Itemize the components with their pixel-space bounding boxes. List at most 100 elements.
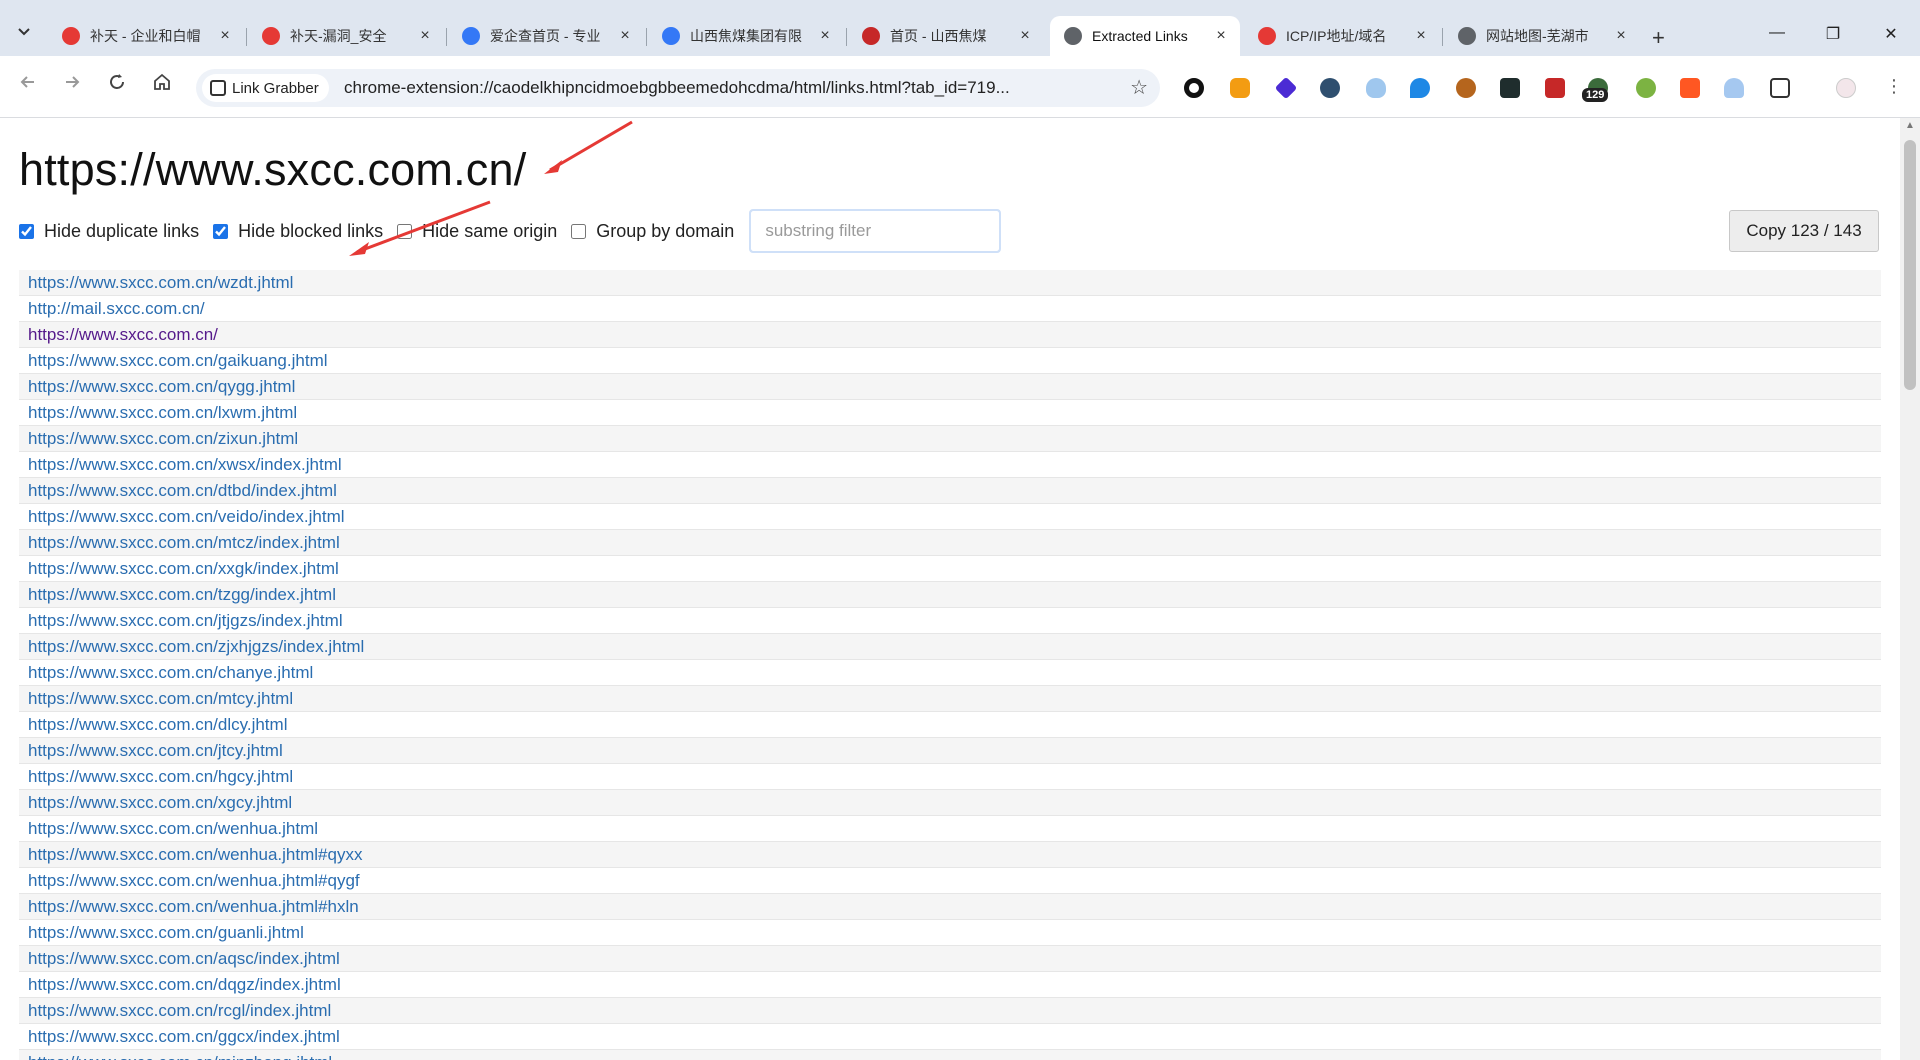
- link-item[interactable]: https://www.sxcc.com.cn/lxwm.jhtml: [28, 403, 297, 422]
- link-item[interactable]: https://www.sxcc.com.cn/minzhong.jhtml: [28, 1053, 332, 1060]
- link-item[interactable]: https://www.sxcc.com.cn/xxgk/index.jhtml: [28, 559, 339, 578]
- link-row: https://www.sxcc.com.cn/minzhong.jhtml: [19, 1050, 1881, 1060]
- tab-title: 网站地图-芜湖市: [1486, 28, 1589, 44]
- forward-button[interactable]: [58, 72, 86, 100]
- link-row: https://www.sxcc.com.cn/zixun.jhtml: [19, 426, 1881, 452]
- link-item[interactable]: https://www.sxcc.com.cn/xgcy.jhtml: [28, 793, 292, 812]
- close-window-button[interactable]: ✕: [1876, 24, 1906, 44]
- link-item[interactable]: https://www.sxcc.com.cn/tzgg/index.jhtml: [28, 585, 336, 604]
- extension-percent-icon[interactable]: [1680, 78, 1700, 98]
- link-item[interactable]: https://www.sxcc.com.cn/mtcz/index.jhtml: [28, 533, 340, 552]
- extension-chip[interactable]: Link Grabber: [202, 74, 329, 102]
- link-item[interactable]: https://www.sxcc.com.cn/: [28, 325, 218, 344]
- minimize-button[interactable]: —: [1762, 24, 1792, 42]
- extension-eye-icon[interactable]: [1366, 78, 1386, 98]
- tab-search-button[interactable]: [10, 18, 38, 46]
- hide-blocked-input[interactable]: [213, 223, 229, 239]
- link-item[interactable]: https://www.sxcc.com.cn/jtcy.jhtml: [28, 741, 283, 760]
- browser-tab[interactable]: 网站地图-芜湖市 ×: [1444, 16, 1640, 56]
- os-menu-bar: [0, 0, 1920, 8]
- link-row: https://www.sxcc.com.cn/jtjgzs/index.jht…: [19, 608, 1881, 634]
- link-item[interactable]: https://www.sxcc.com.cn/wenhua.jhtml#hxl…: [28, 897, 359, 916]
- link-item[interactable]: https://www.sxcc.com.cn/aqsc/index.jhtml: [28, 949, 340, 968]
- extension-location-icon[interactable]: [1410, 78, 1430, 98]
- browser-tab[interactable]: 山西焦煤集团有限 ×: [648, 16, 844, 56]
- extension-ring-icon[interactable]: [1184, 78, 1204, 98]
- browser-tab[interactable]: ICP/IP地址/域名 ×: [1244, 16, 1440, 56]
- scroll-up-icon[interactable]: ▲: [1905, 120, 1915, 131]
- browser-tab[interactable]: 爱企查首页 - 专业 ×: [448, 16, 644, 56]
- link-item[interactable]: https://www.sxcc.com.cn/dqgz/index.jhtml: [28, 975, 341, 994]
- link-item[interactable]: https://www.sxcc.com.cn/xwsx/index.jhtml: [28, 455, 342, 474]
- link-item[interactable]: https://www.sxcc.com.cn/zjxhjgzs/index.j…: [28, 637, 364, 656]
- tab-close-icon[interactable]: ×: [1412, 27, 1430, 45]
- extension-cookie-icon[interactable]: [1456, 78, 1476, 98]
- group-by-domain-input[interactable]: [571, 223, 587, 239]
- copy-button[interactable]: Copy 123 / 143: [1729, 210, 1879, 252]
- bookmark-star-icon[interactable]: ☆: [1130, 75, 1148, 100]
- extension-shield-icon[interactable]: [1230, 78, 1250, 98]
- restore-button[interactable]: ❐: [1818, 24, 1848, 44]
- link-item[interactable]: https://www.sxcc.com.cn/zixun.jhtml: [28, 429, 298, 448]
- home-button[interactable]: [148, 72, 176, 100]
- link-item[interactable]: https://www.sxcc.com.cn/wenhua.jhtml#qyx…: [28, 845, 362, 864]
- substring-filter-input[interactable]: [749, 209, 1002, 253]
- url-text[interactable]: chrome-extension://caodelkhipncidmoebgbb…: [344, 78, 1104, 98]
- link-item[interactable]: https://www.sxcc.com.cn/dtbd/index.jhtml: [28, 481, 337, 500]
- link-item[interactable]: https://www.sxcc.com.cn/ggcx/index.jhtml: [28, 1027, 340, 1046]
- link-item[interactable]: https://www.sxcc.com.cn/rcgl/index.jhtml: [28, 1001, 331, 1020]
- new-tab-button[interactable]: +: [1652, 27, 1665, 49]
- extension-molecule-icon[interactable]: [1636, 78, 1656, 98]
- link-item[interactable]: http://mail.sxcc.com.cn/: [28, 299, 205, 318]
- link-row: https://www.sxcc.com.cn/aqsc/index.jhtml: [19, 946, 1881, 972]
- extension-terminal-icon[interactable]: [1500, 78, 1520, 98]
- link-row: https://www.sxcc.com.cn/hgcy.jhtml: [19, 764, 1881, 790]
- browser-tab[interactable]: 补天-漏洞_安全 ×: [248, 16, 444, 56]
- link-item[interactable]: https://www.sxcc.com.cn/dlcy.jhtml: [28, 715, 287, 734]
- reload-icon: [110, 74, 124, 89]
- back-button[interactable]: [14, 72, 42, 100]
- link-row: https://www.sxcc.com.cn/qygg.jhtml: [19, 374, 1881, 400]
- link-item[interactable]: https://www.sxcc.com.cn/veido/index.jhtm…: [28, 507, 345, 526]
- link-item[interactable]: https://www.sxcc.com.cn/wenhua.jhtml#qyg…: [28, 871, 360, 890]
- profile-avatar[interactable]: [1836, 78, 1856, 98]
- browser-tab[interactable]: 首页 - 山西焦煤 ×: [848, 16, 1044, 56]
- chevron-down-icon: [18, 28, 30, 36]
- browser-tab[interactable]: 补天 - 企业和白帽 ×: [48, 16, 244, 56]
- tab-close-icon[interactable]: ×: [616, 27, 634, 45]
- reload-button[interactable]: [103, 72, 131, 100]
- tab-separator: [646, 28, 647, 46]
- tab-close-icon[interactable]: ×: [1212, 27, 1230, 45]
- extension-hat-icon[interactable]: [1320, 78, 1340, 98]
- hide-duplicate-input[interactable]: [19, 223, 34, 239]
- extensions-puzzle-icon[interactable]: [1770, 78, 1790, 98]
- address-bar[interactable]: Link Grabber chrome-extension://caodelkh…: [196, 69, 1160, 107]
- link-item[interactable]: https://www.sxcc.com.cn/wenhua.jhtml: [28, 819, 318, 838]
- link-item[interactable]: https://www.sxcc.com.cn/hgcy.jhtml: [28, 767, 293, 786]
- page-scrollbar[interactable]: ▲: [1900, 118, 1920, 1060]
- tab-close-icon[interactable]: ×: [816, 27, 834, 45]
- aiqicha-icon: [462, 27, 480, 45]
- browser-tab[interactable]: Extracted Links ×: [1050, 16, 1240, 56]
- group-by-domain-checkbox[interactable]: Group by domain: [571, 221, 734, 242]
- extension-diamond-icon[interactable]: [1274, 76, 1298, 100]
- tab-close-icon[interactable]: ×: [1612, 27, 1630, 45]
- menu-kebab-icon[interactable]: ⋮: [1880, 72, 1908, 100]
- tab-close-icon[interactable]: ×: [416, 27, 434, 45]
- hide-duplicate-checkbox[interactable]: Hide duplicate links: [19, 221, 199, 242]
- link-item[interactable]: https://www.sxcc.com.cn/wzdt.jhtml: [28, 273, 293, 292]
- tab-close-icon[interactable]: ×: [216, 27, 234, 45]
- filter-controls: Hide duplicate links Hide blocked links …: [19, 209, 1002, 253]
- link-item[interactable]: https://www.sxcc.com.cn/gaikuang.jhtml: [28, 351, 328, 370]
- scrollbar-thumb[interactable]: [1904, 140, 1916, 390]
- extension-trophy-icon[interactable]: [1724, 78, 1744, 98]
- link-item[interactable]: https://www.sxcc.com.cn/jtjgzs/index.jht…: [28, 611, 343, 630]
- link-item[interactable]: https://www.sxcc.com.cn/chanye.jhtml: [28, 663, 313, 682]
- tab-close-icon[interactable]: ×: [1016, 27, 1034, 45]
- tab-separator: [446, 28, 447, 46]
- extension-o-icon[interactable]: [1545, 78, 1565, 98]
- link-item[interactable]: https://www.sxcc.com.cn/mtcy.jhtml: [28, 689, 293, 708]
- butian-icon: [62, 27, 80, 45]
- link-item[interactable]: https://www.sxcc.com.cn/guanli.jhtml: [28, 923, 304, 942]
- link-item[interactable]: https://www.sxcc.com.cn/qygg.jhtml: [28, 377, 295, 396]
